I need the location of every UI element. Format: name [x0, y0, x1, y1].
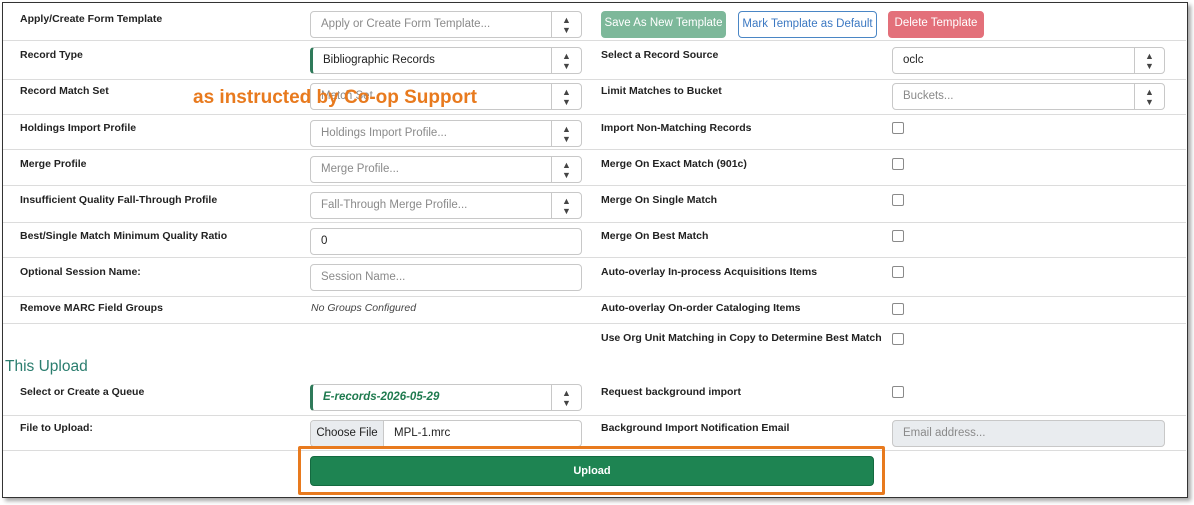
merge-profile-placeholder: Merge Profile...	[321, 163, 399, 175]
record-source-value: oclc	[903, 54, 924, 66]
record-type-select[interactable]: Bibliographic Records ▲ ▼	[310, 47, 582, 74]
holdings-placeholder: Holdings Import Profile...	[321, 127, 447, 139]
select-caret-icon: ▲ ▼	[551, 121, 581, 146]
select-caret-icon: ▲ ▼	[551, 48, 581, 73]
choose-file-button[interactable]: Choose File	[311, 421, 384, 446]
org-unit-checkbox[interactable]	[892, 333, 904, 345]
file-label: File to Upload:	[20, 422, 93, 434]
row-divider	[3, 222, 1186, 223]
bucket-select[interactable]: Buckets... ▲ ▼	[892, 83, 1165, 110]
ratio-value: 0	[321, 235, 328, 247]
best-match-checkbox[interactable]	[892, 230, 904, 242]
select-caret-icon: ▲ ▼	[551, 12, 581, 37]
row-divider	[3, 149, 1186, 150]
fallthrough-placeholder: Fall-Through Merge Profile...	[321, 199, 468, 211]
non-matching-label: Import Non-Matching Records	[601, 122, 752, 134]
org-unit-label: Use Org Unit Matching in Copy to Determi…	[601, 332, 882, 344]
row-divider	[3, 185, 1186, 186]
inprocess-label: Auto-overlay In-process Acquisitions Ite…	[601, 266, 818, 278]
row-divider	[3, 296, 1186, 297]
session-label: Optional Session Name:	[20, 266, 141, 278]
inprocess-checkbox[interactable]	[892, 266, 904, 278]
merge-profile-select[interactable]: Merge Profile... ▲ ▼	[310, 156, 582, 183]
bucket-placeholder: Buckets...	[903, 90, 954, 102]
template-label: Apply/Create Form Template	[20, 13, 163, 25]
record-source-select[interactable]: oclc ▲ ▼	[892, 47, 1165, 74]
bucket-label: Limit Matches to Bucket	[601, 85, 722, 97]
select-caret-icon: ▲ ▼	[551, 84, 581, 109]
select-caret-icon: ▲ ▼	[551, 157, 581, 182]
select-caret-icon: ▲ ▼	[1134, 84, 1164, 109]
queue-label: Select or Create a Queue	[20, 386, 145, 398]
notify-email-placeholder: Email address...	[903, 427, 986, 439]
holdings-select[interactable]: Holdings Import Profile... ▲ ▼	[310, 120, 582, 147]
fallthrough-label: Insufficient Quality Fall-Through Profil…	[20, 194, 218, 206]
record-type-label: Record Type	[20, 49, 83, 61]
best-match-label: Merge On Best Match	[601, 230, 709, 242]
record-source-label: Select a Record Source	[601, 49, 719, 61]
marc-groups-label: Remove MARC Field Groups	[20, 302, 163, 314]
notify-email-input[interactable]: Email address...	[892, 420, 1165, 447]
template-placeholder: Apply or Create Form Template...	[321, 18, 491, 30]
queue-value: E-records-2026-05-29	[323, 391, 440, 403]
onorder-checkbox[interactable]	[892, 303, 904, 315]
row-divider	[3, 40, 1186, 41]
exact-match-checkbox[interactable]	[892, 158, 904, 170]
row-divider	[3, 257, 1186, 258]
ratio-input[interactable]: 0	[310, 228, 582, 255]
file-name: MPL-1.mrc	[394, 427, 451, 439]
background-import-label: Request background import	[601, 386, 742, 398]
notify-email-label: Background Import Notification Email	[601, 422, 790, 434]
template-select[interactable]: Apply or Create Form Template... ▲ ▼	[310, 11, 582, 38]
mark-template-default-button[interactable]: Mark Template as Default	[738, 11, 877, 38]
ratio-label: Best/Single Match Minimum Quality Ratio	[20, 230, 228, 242]
this-upload-heading: This Upload	[5, 358, 88, 375]
delete-template-button[interactable]: Delete Template	[888, 11, 984, 38]
select-caret-icon: ▲ ▼	[551, 385, 581, 410]
save-as-new-template-button[interactable]: Save As New Template	[601, 11, 726, 38]
upload-button[interactable]: Upload	[310, 456, 874, 486]
background-import-checkbox[interactable]	[892, 386, 904, 398]
single-match-checkbox[interactable]	[892, 194, 904, 206]
queue-select[interactable]: E-records-2026-05-29 ▲ ▼	[310, 384, 582, 411]
single-match-label: Merge On Single Match	[601, 194, 718, 206]
merge-profile-label: Merge Profile	[20, 158, 87, 170]
annotation-text: as instructed by Co-op Support	[193, 87, 477, 108]
onorder-label: Auto-overlay On-order Cataloging Items	[601, 302, 801, 314]
row-divider	[3, 415, 1186, 416]
exact-match-label: Merge On Exact Match (901c)	[601, 158, 747, 170]
session-placeholder: Session Name...	[321, 271, 406, 283]
marc-groups-value: No Groups Configured	[311, 302, 417, 314]
holdings-label: Holdings Import Profile	[20, 122, 137, 134]
select-caret-icon: ▲ ▼	[1134, 48, 1164, 73]
non-matching-checkbox[interactable]	[892, 122, 904, 134]
fallthrough-select[interactable]: Fall-Through Merge Profile... ▲ ▼	[310, 192, 582, 219]
session-input[interactable]: Session Name...	[310, 264, 582, 291]
record-type-value: Bibliographic Records	[323, 54, 435, 66]
row-divider	[3, 114, 1186, 115]
match-set-label: Record Match Set	[20, 85, 109, 97]
file-input[interactable]: Choose File MPL-1.mrc	[310, 420, 582, 447]
row-divider	[3, 79, 1186, 80]
select-caret-icon: ▲ ▼	[551, 193, 581, 218]
row-divider	[3, 323, 1186, 324]
